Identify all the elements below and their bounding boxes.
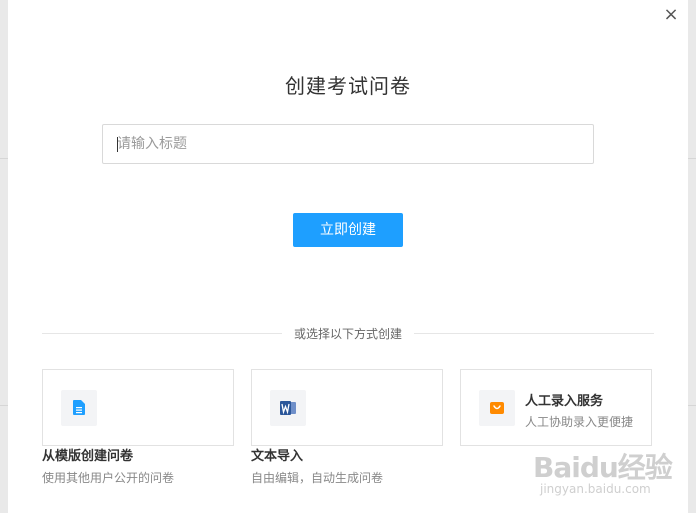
watermark-url: jingyan.baidu.com [540,482,651,496]
text-import-option-card[interactable] [251,369,443,446]
shop-icon [490,402,504,414]
template-icon-box [61,390,97,426]
option-description: 自由编辑，自动生成问卷 [251,471,384,485]
option-description: 人工协助录入更便捷 [525,415,634,429]
background-divider [688,158,696,159]
create-now-button[interactable]: 立即创建 [293,213,403,247]
text-cursor [117,137,118,152]
manual-entry-option-card[interactable]: 人工录入服务 人工协助录入更便捷 [460,369,652,446]
title-input[interactable] [102,124,594,164]
manual-entry-icon-box [479,390,515,426]
word-icon [280,401,296,415]
background-divider [688,405,696,406]
background-divider [0,158,8,159]
option-label: 人工录入服务 [525,394,604,409]
background-divider [0,405,8,406]
option-label: 从模版创建问卷 [42,449,134,464]
template-option-card[interactable] [42,369,234,446]
dialog-title: 创建考试问卷 [285,74,411,98]
baidu-watermark: Baidu经验 [533,451,673,484]
text-import-icon-box [270,390,306,426]
close-icon[interactable]: × [662,6,680,24]
option-label: 文本导入 [251,449,304,464]
divider-label: 或选择以下方式创建 [282,326,414,342]
create-exam-questionnaire-dialog: × 创建考试问卷 立即创建 或选择以下方式创建 从模版创建问卷 使用其他用户公开… [8,0,688,513]
option-description: 使用其他用户公开的问卷 [42,471,175,485]
document-icon [73,400,85,415]
